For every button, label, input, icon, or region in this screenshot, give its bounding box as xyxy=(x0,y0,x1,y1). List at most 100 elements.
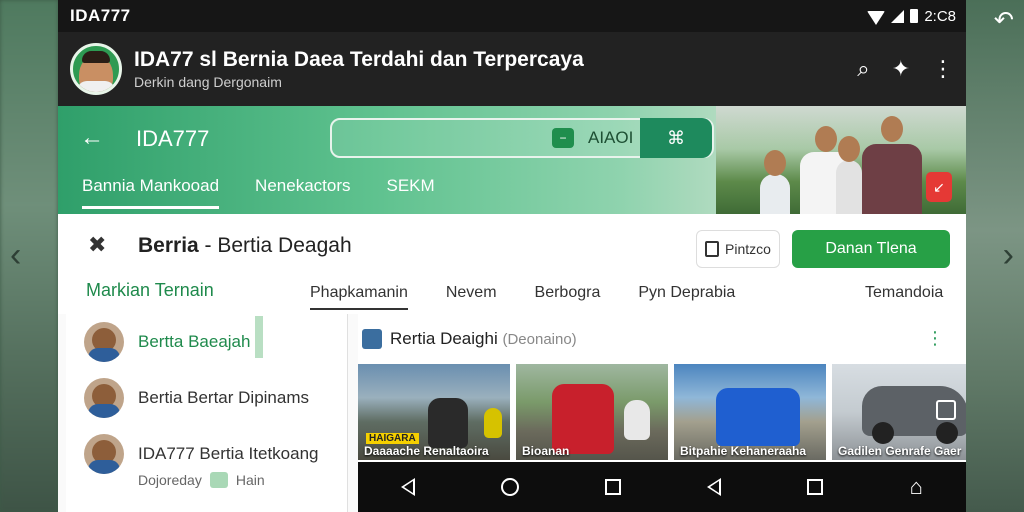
thumbnail[interactable]: HAIGARA Daaaache Renaltaoira xyxy=(358,364,510,460)
list-item-title: IDA777 Bertia Itetkoang xyxy=(138,444,319,463)
list-item[interactable]: Bertta Baeajah xyxy=(66,314,347,370)
clock: 2:C8 xyxy=(924,7,956,25)
signal-icon xyxy=(891,9,905,23)
tools-icon: ✖ xyxy=(88,232,107,257)
print-button-label: Pintzco xyxy=(725,241,771,257)
recents-nav-icon[interactable] xyxy=(605,479,622,495)
section-title-bold: Berria xyxy=(138,234,199,257)
thumbnail-caption: Daaaache Renaltaoira xyxy=(364,444,489,458)
media-title: Rertia Deaighi (Deonaino) xyxy=(390,329,577,349)
back-arrow-icon[interactable]: ← xyxy=(80,124,104,152)
media-title-text: Rertia Deaighi xyxy=(390,329,498,348)
background-blur-left xyxy=(0,0,58,512)
subtab-nevem[interactable]: Nevem xyxy=(446,284,497,310)
list-item-title: Bertia Bertar Dipinams xyxy=(138,388,310,407)
car-wheel xyxy=(936,422,958,444)
subtab-berbogra[interactable]: Berbogra xyxy=(535,284,601,310)
search-icon[interactable]: ⌕ xyxy=(857,56,869,82)
avatar xyxy=(84,322,124,362)
battery-icon xyxy=(910,9,919,23)
chevron-right-icon[interactable]: › xyxy=(1003,238,1014,272)
subtab-pyn-deprabia[interactable]: Pyn Deprabia xyxy=(638,284,735,310)
undo-icon[interactable]: ↶ xyxy=(994,6,1014,35)
person-head xyxy=(764,150,786,176)
avatar xyxy=(84,434,124,474)
tab-bannia-mankooad[interactable]: Bannia Mankooad xyxy=(82,176,220,209)
section-title-rest: - Bertia Deagah xyxy=(198,234,352,257)
chevron-left-icon[interactable]: ‹ xyxy=(10,238,21,272)
app-titles: IDA77 sl Bernia Daea Terdahi dan Terperc… xyxy=(134,48,857,90)
hero-banner: ← IDA777 − AIAOI ⌘ Bannia Mankooad Nenek… xyxy=(58,106,966,214)
list-item-tag: Hain xyxy=(235,472,265,488)
print-button[interactable]: Pintzco xyxy=(696,230,780,268)
list-item-title: Bertta Baeajah xyxy=(138,332,251,351)
hero-title: IDA777 xyxy=(136,126,210,151)
tag-label: AIAOI xyxy=(588,128,634,147)
tab-sekm[interactable]: SEKM xyxy=(386,176,434,209)
person-figure xyxy=(862,116,922,214)
media-header: Rertia Deaighi (Deonaino) ⋮ xyxy=(358,314,966,364)
section-left-label[interactable]: Markian Ternain xyxy=(86,280,214,301)
thumbnail-caption: Bitpahie Kehaneraaha xyxy=(680,444,807,458)
subtab-phapkamanin[interactable]: Phapkamanin xyxy=(310,284,408,310)
motorcycle-figure xyxy=(624,400,650,440)
more-vert-icon[interactable]: ⋮ xyxy=(932,56,954,82)
person-figure xyxy=(836,136,862,214)
app-subtitle: Derkin dang Dergonaim xyxy=(134,74,282,90)
share-icon: ⌘ xyxy=(667,128,685,148)
back-nav-icon[interactable] xyxy=(401,478,416,496)
sub-tabs: Phapkamanin Nevem Berbogra Pyn Deprabia … xyxy=(310,284,943,310)
thumbnail[interactable]: Gadilen Genrafe Gaer xyxy=(832,364,966,460)
person-head xyxy=(815,126,837,152)
section-title: Berria - Bertia Deagah xyxy=(138,234,352,258)
share-button[interactable]: ⌘ xyxy=(640,118,712,158)
thumbnail[interactable]: Bitpahie Kehaneraaha xyxy=(674,364,826,460)
primary-action-button[interactable]: Danan Tlena xyxy=(792,230,950,268)
media-title-muted: (Deonaino) xyxy=(502,331,577,348)
app-title: IDA77 sl Bernia Daea Terdahi dan Terperc… xyxy=(134,48,584,71)
wifi-icon xyxy=(867,10,886,25)
tab-nenekactors[interactable]: Nenekactors xyxy=(255,176,350,209)
tag-chip-icon: − xyxy=(552,128,574,148)
list-item-date: Dojoreday xyxy=(138,472,202,488)
motorcycle-figure xyxy=(428,398,468,448)
list-item-meta: Dojoreday Hain xyxy=(138,472,265,488)
person-figure xyxy=(760,150,790,214)
android-nav-bar: ⌂ xyxy=(358,462,966,512)
save-badge-icon[interactable]: ↙ xyxy=(926,172,952,202)
status-icons: 2:C8 xyxy=(867,8,956,25)
carrier-label: IDA777 xyxy=(70,6,131,25)
list-item[interactable]: IDA777 Bertia Itetkoang Dojoreday Hain xyxy=(66,426,347,488)
subtab-temandoia[interactable]: Temandoia xyxy=(865,284,943,302)
avatar xyxy=(84,378,124,418)
person-head xyxy=(881,116,903,142)
hero-tabs: Bannia Mankooad Nenekactors SEKM xyxy=(82,176,435,209)
thumbnail-label: HAIGARA xyxy=(366,433,419,444)
thumbnail-row: HAIGARA Daaaache Renaltaoira Bioanan Bit… xyxy=(358,364,966,460)
avatar-face xyxy=(77,51,115,92)
app-actions: ⌕ ✦ ⋮ xyxy=(857,56,954,82)
motorcycle-figure xyxy=(716,388,800,446)
status-bar: IDA777 2:C8 xyxy=(58,0,966,32)
list-item[interactable]: Bertia Bertar Dipinams xyxy=(66,370,347,426)
more-vert-icon[interactable]: ⋮ xyxy=(926,328,944,349)
copy-icon[interactable] xyxy=(936,400,956,420)
print-icon xyxy=(705,241,720,257)
news-list: Bertta Baeajah Bertia Bertar Dipinams ID… xyxy=(66,314,348,512)
chart-tag-icon xyxy=(209,472,228,488)
thumbnail[interactable]: Bioanan xyxy=(516,364,668,460)
puzzle-icon[interactable]: ✦ xyxy=(892,56,910,82)
motorcycle-figure xyxy=(484,408,502,438)
assistant-icon[interactable]: ⌂ xyxy=(910,474,923,500)
back-nav-icon-secondary[interactable] xyxy=(707,478,722,496)
thumbnail-caption: Bioanan xyxy=(522,444,570,458)
car-wheel xyxy=(872,422,894,444)
section-header: ✖ Berria - Bertia Deagah Pintzco Danan T… xyxy=(58,214,966,314)
background-blur-right xyxy=(966,0,1024,512)
app-logo-avatar[interactable] xyxy=(70,43,122,95)
person-head xyxy=(838,136,860,162)
app-bar: IDA77 sl Bernia Daea Terdahi dan Terperc… xyxy=(58,32,966,106)
home-nav-icon[interactable] xyxy=(501,478,520,496)
recents-nav-icon-secondary[interactable] xyxy=(807,479,824,495)
media-app-icon xyxy=(362,329,382,349)
